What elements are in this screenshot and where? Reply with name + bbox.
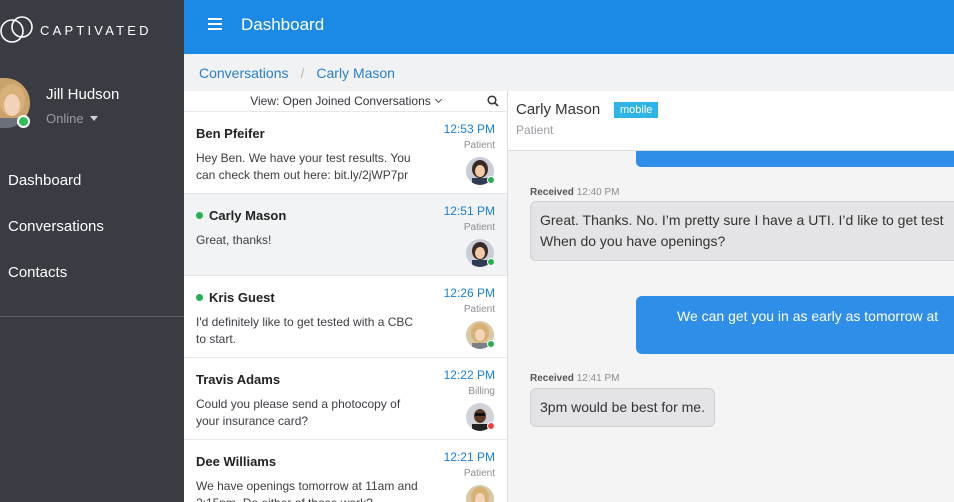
message-line: 3pm would be best for me. — [540, 399, 705, 415]
online-indicator — [196, 294, 203, 301]
conversation-role: Patient — [463, 140, 495, 151]
message-meta: Received 12:40 PM — [530, 187, 620, 198]
sidebar: CAPTIVATED Jill Hudson Online Dashboard … — [0, 0, 184, 502]
agent-avatar — [466, 239, 495, 267]
view-filter-label: View: Open Joined Conversations — [250, 94, 431, 108]
avatar-status-dot — [487, 258, 495, 266]
chat-header: Carly Mason mobile Patient — [508, 91, 954, 151]
message-line: Great. Thanks. No. I’m pretty sure I hav… — [540, 212, 944, 228]
conversation-list: View: Open Joined Conversations Ben Pfei… — [184, 91, 508, 502]
avatar-status-dot — [487, 176, 495, 184]
top-bar: Dashboard — [184, 0, 954, 54]
avatar-status-dot — [487, 340, 495, 348]
brand-logo[interactable]: CAPTIVATED — [0, 14, 152, 46]
conversation-role: Billing — [468, 386, 495, 397]
meta-label: Received — [530, 187, 574, 198]
agent-avatar — [466, 321, 495, 349]
conversation-name: Dee Williams — [196, 454, 276, 469]
online-status-dot — [17, 115, 30, 128]
user-status-label: Online — [46, 111, 84, 126]
caret-down-icon — [89, 116, 98, 121]
conversation-preview: Great, thanks! — [196, 233, 272, 247]
conversation-preview: Could you please send a photocopy of you… — [196, 397, 401, 428]
conversation-time: 12:26 PM — [443, 286, 495, 300]
meta-time: 12:40 PM — [576, 187, 620, 198]
chevron-down-icon — [434, 95, 442, 104]
conversation-preview: Hey Ben. We have your test results. You … — [196, 151, 411, 182]
incoming-message-bubble: Great. Thanks. No. I’m pretty sure I hav… — [530, 201, 954, 261]
conversation-role: Patient — [463, 304, 495, 315]
chat-contact-type: Patient — [516, 123, 554, 137]
conversation-time: 12:53 PM — [443, 122, 495, 136]
message-line: When do you have openings? — [540, 233, 726, 249]
contact-name: Travis Adams — [196, 372, 281, 387]
chat-pane: Carly Mason mobile Patient Received 12:4… — [508, 91, 954, 502]
user-status-dropdown[interactable]: Online — [46, 111, 98, 126]
agent-avatar — [466, 403, 495, 431]
conversation-item-active[interactable]: Carly Mason 12:51 PM Patient Great, than… — [184, 194, 507, 276]
breadcrumb-contact[interactable]: Carly Mason — [316, 65, 395, 81]
view-filter-dropdown[interactable]: View: Open Joined Conversations — [184, 91, 507, 112]
conversation-name: Ben Pfeifer — [196, 126, 265, 141]
conversation-item[interactable]: Kris Guest 12:26 PM Patient I'd definite… — [184, 276, 507, 358]
breadcrumb: Conversations / Carly Mason — [184, 54, 954, 91]
user-avatar[interactable] — [0, 78, 30, 128]
avatar-status-dot — [487, 422, 495, 430]
meta-time: 12:41 PM — [576, 373, 620, 384]
conversation-preview: I'd definitely like to get tested with a… — [196, 315, 414, 346]
hamburger-menu-icon[interactable] — [208, 18, 222, 30]
message-meta: Received 12:41 PM — [530, 373, 620, 384]
app-window: CAPTIVATED Jill Hudson Online Dashboard … — [0, 0, 954, 502]
conversation-time: 12:21 PM — [443, 450, 495, 464]
outgoing-message-bubble: We can get you in as early as tomorrow a… — [636, 296, 954, 354]
page-title: Dashboard — [241, 15, 325, 34]
contact-name: Dee Williams — [196, 454, 277, 469]
conversation-item[interactable]: Ben Pfeifer 12:53 PM Patient Hey Ben. We… — [184, 112, 507, 194]
user-name: Jill Hudson — [46, 86, 120, 103]
message-text: We can get you in as early as tomorrow a… — [677, 308, 939, 324]
online-indicator — [196, 212, 203, 219]
brand-name: CAPTIVATED — [40, 22, 152, 38]
captivated-logo-icon — [0, 16, 33, 43]
conversation-preview: We have openings tomorrow at 11am and 2:… — [196, 479, 418, 502]
contact-name: Kris Guest — [209, 290, 275, 305]
conversation-role: Patient — [463, 468, 495, 479]
breadcrumb-conversations[interactable]: Conversations — [199, 65, 289, 81]
nav-dashboard[interactable]: Dashboard — [8, 172, 81, 189]
channel-badge: mobile — [614, 102, 659, 118]
conversation-time: 12:22 PM — [443, 368, 495, 382]
chat-contact-name: Carly Mason — [516, 101, 601, 118]
conversation-name: Travis Adams — [196, 372, 280, 387]
sidebar-divider — [0, 316, 184, 317]
search-icon[interactable] — [487, 95, 499, 107]
conversation-name: Carly Mason — [196, 208, 286, 223]
conversation-time: 12:51 PM — [443, 204, 495, 218]
conversation-item[interactable]: Travis Adams 12:22 PM Billing Could you … — [184, 358, 507, 440]
breadcrumb-separator: / — [300, 64, 305, 81]
conversation-item[interactable]: Dee Williams 12:21 PM Patient We have op… — [184, 440, 507, 502]
contact-name: Ben Pfeifer — [196, 126, 265, 141]
agent-avatar — [466, 485, 494, 502]
conversation-role: Patient — [463, 222, 495, 233]
contact-name: Carly Mason — [209, 208, 287, 223]
meta-label: Received — [530, 373, 574, 384]
conversation-name: Kris Guest — [196, 290, 275, 305]
incoming-message-bubble: 3pm would be best for me. — [530, 388, 715, 427]
agent-avatar — [466, 157, 495, 185]
nav-conversations[interactable]: Conversations — [8, 218, 104, 235]
nav-contacts[interactable]: Contacts — [8, 264, 67, 281]
